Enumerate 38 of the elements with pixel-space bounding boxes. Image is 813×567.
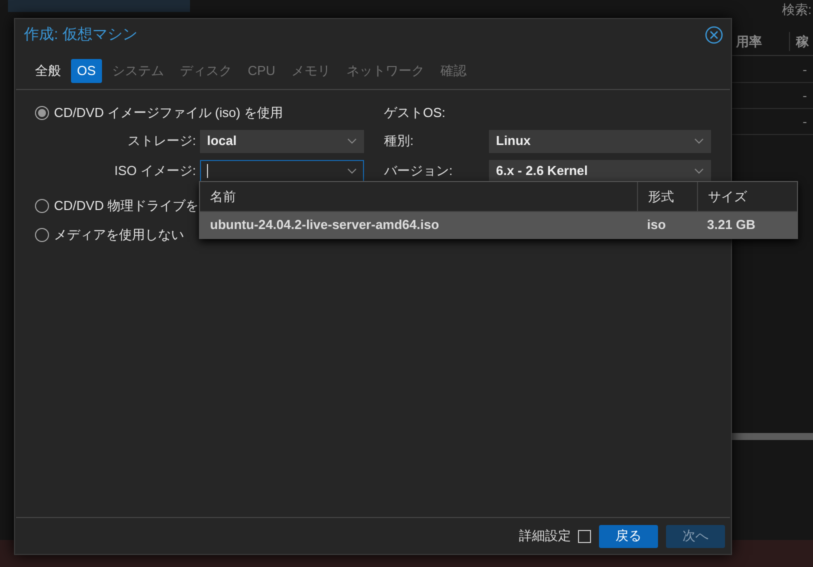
table-cell-text: iso (647, 216, 666, 234)
select-field[interactable]: 6.x - 2.6 Kernel (489, 160, 711, 182)
close-icon[interactable] (705, 26, 723, 44)
field-label: 種別: (384, 132, 415, 150)
table-cell-text: ubuntu-24.04.2-live-server-amd64.iso (210, 216, 440, 234)
back-button[interactable]: 戻る (599, 524, 658, 548)
caret-icon (694, 138, 704, 144)
table-cell-text: 3.21 GB (707, 216, 756, 234)
column-header: 形式 (637, 182, 697, 211)
field-label: ストレージ: (126, 132, 197, 150)
checkbox-label: 詳細設定 (519, 527, 571, 546)
radio-icon[interactable] (35, 106, 49, 120)
radio-icon[interactable] (35, 199, 49, 213)
select-field[interactable]: local (200, 130, 364, 152)
section-heading: ゲストOS: (384, 104, 446, 122)
window-title: 作成: 仮想マシン (24, 24, 138, 45)
select-field[interactable]: Linux (489, 130, 711, 152)
caret-icon (694, 168, 704, 174)
tab[interactable]: OS (71, 59, 102, 82)
column-header: サイズ (697, 182, 797, 211)
tab[interactable]: 全般 (29, 59, 67, 82)
table-cell: - (802, 88, 807, 103)
radio-icon[interactable] (35, 228, 49, 242)
radio-option[interactable]: CD/DVD イメージファイル (iso) を使用 (35, 102, 364, 124)
select-field[interactable] (200, 160, 364, 182)
text-cursor (207, 164, 208, 178)
scrollbar[interactable] (732, 433, 813, 440)
search-label: 検索: (782, 1, 812, 19)
column-header: 稼 (794, 32, 809, 51)
field-label: ISO イメージ: (113, 162, 197, 180)
checkbox[interactable] (578, 530, 591, 542)
caret-icon (347, 138, 357, 144)
column-header: 名前 (209, 188, 237, 206)
table-cell: - (802, 114, 807, 129)
list-row[interactable]: ubuntu-24.04.2-live-server-amd64.iso iso 3.21 GB (200, 212, 797, 238)
field-label: バージョン: (384, 162, 454, 180)
table-cell: - (802, 62, 807, 77)
caret-icon (347, 168, 357, 174)
